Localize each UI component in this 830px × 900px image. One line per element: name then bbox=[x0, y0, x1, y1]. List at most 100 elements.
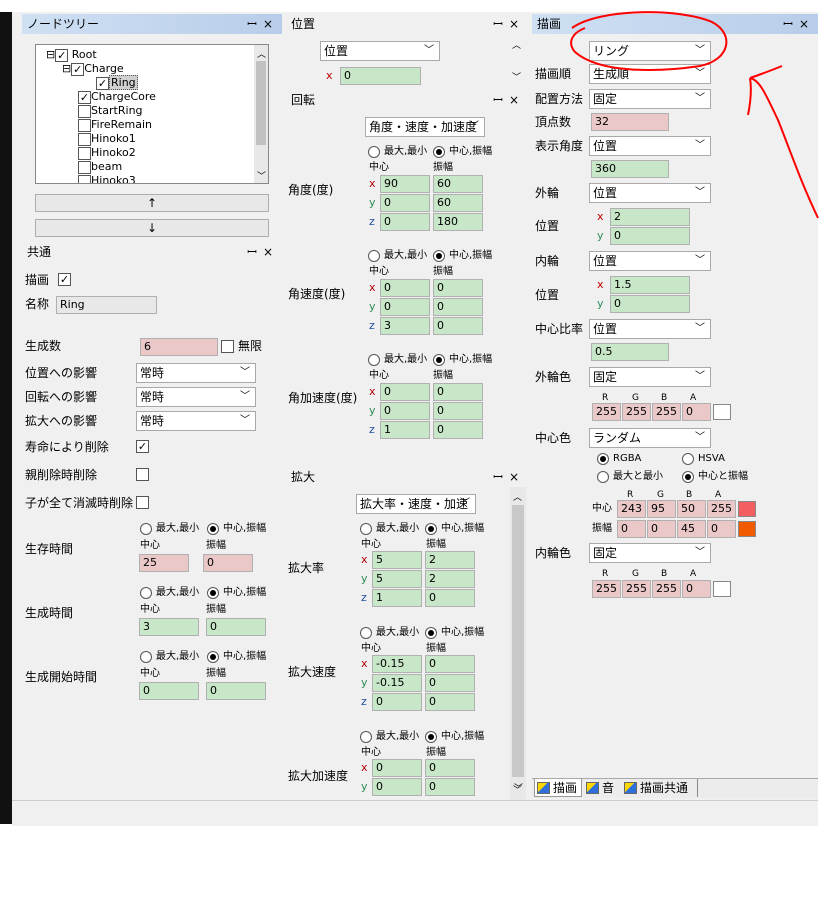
scale-effect-select[interactable]: 常時 ﹀ bbox=[136, 411, 256, 431]
outer-a-field[interactable]: 0 bbox=[682, 403, 711, 421]
hsva-radio[interactable] bbox=[682, 453, 694, 465]
infinite-checkbox[interactable] bbox=[221, 340, 234, 353]
color-centeramp-radio[interactable] bbox=[682, 471, 694, 483]
checkbox-icon[interactable]: ✓ bbox=[71, 62, 85, 76]
outer-y-field[interactable]: 0 bbox=[610, 227, 690, 245]
inner-r-field[interactable]: 255 bbox=[592, 580, 621, 598]
pos-effect-select[interactable]: 常時 ﹀ bbox=[136, 363, 256, 383]
gen-count-field[interactable]: 6 bbox=[140, 338, 218, 356]
rate-y-amp[interactable]: 2 bbox=[425, 570, 475, 588]
outer-b-field[interactable]: 255 bbox=[652, 403, 681, 421]
outer-x-field[interactable]: 2 bbox=[610, 208, 690, 226]
rate-minmax-radio[interactable] bbox=[360, 523, 372, 535]
sacc-y-center[interactable]: 0 bbox=[372, 778, 422, 796]
angle-y-amp[interactable]: 60 bbox=[433, 194, 483, 212]
checkbox-icon[interactable] bbox=[78, 146, 91, 160]
amp-g-field[interactable]: 0 bbox=[647, 520, 676, 538]
scroll-up-icon[interactable]: ︿ bbox=[513, 490, 522, 503]
inner-g-field[interactable]: 255 bbox=[622, 580, 651, 598]
amp-b-field[interactable]: 45 bbox=[677, 520, 706, 538]
start-amp-field[interactable]: 0 bbox=[206, 682, 266, 700]
spd-z-center[interactable]: 0 bbox=[372, 693, 422, 711]
rate-centeramp-radio[interactable] bbox=[425, 523, 437, 535]
rate-x-amp[interactable]: 2 bbox=[425, 551, 475, 569]
tree-scrollbar[interactable]: ︿ ﹀ bbox=[254, 45, 268, 183]
tree-node-fireremain[interactable]: FireRemain bbox=[78, 118, 152, 132]
tree-node-startring[interactable]: StartRing bbox=[78, 104, 143, 118]
life-center-field[interactable]: 25 bbox=[139, 554, 189, 572]
acc-centeramp-radio[interactable] bbox=[433, 354, 445, 366]
start-centeramp-radio[interactable] bbox=[207, 651, 219, 663]
inner-color-select[interactable]: 固定 ﹀ bbox=[589, 543, 711, 563]
sacc-x-center[interactable]: 0 bbox=[372, 759, 422, 777]
center-ratio-select[interactable]: 位置 ﹀ bbox=[589, 319, 711, 339]
expander-icon[interactable]: ⊟ bbox=[62, 62, 71, 75]
acc-z-center[interactable]: 1 bbox=[380, 421, 430, 439]
vertex-field[interactable]: 32 bbox=[591, 113, 669, 131]
tree-node-charge[interactable]: ⊟ ✓ Charge bbox=[62, 62, 124, 76]
scale-mode-select[interactable]: 拡大率・速度・加速 ﹀ bbox=[356, 494, 476, 514]
tree-node-hinoko3[interactable]: Hinoko3 bbox=[78, 174, 136, 183]
rate-y-center[interactable]: 5 bbox=[372, 570, 422, 588]
inner-mode-select[interactable]: 位置 ﹀ bbox=[589, 251, 711, 271]
vel-z-amp[interactable]: 0 bbox=[433, 317, 483, 335]
move-up-button[interactable]: ↑ bbox=[35, 194, 269, 212]
expander-icon[interactable]: ⊟ bbox=[46, 48, 55, 61]
rotation-mode-select[interactable]: 角度・速度・加速度 ﹀ bbox=[365, 117, 485, 137]
center-a-field[interactable]: 255 bbox=[707, 500, 736, 518]
node-tree-view[interactable]: ⊟ ✓ Root ⊟ ✓ Charge ✓ Ring ✓ ChargeCore Start… bbox=[35, 44, 269, 184]
center-g-field[interactable]: 95 bbox=[647, 500, 676, 518]
center-r-field[interactable]: 243 bbox=[617, 500, 646, 518]
spd-y-center[interactable]: -0.15 bbox=[372, 674, 422, 692]
vel-x-center[interactable]: 0 bbox=[380, 279, 430, 297]
start-minmax-radio[interactable] bbox=[140, 651, 152, 663]
rgba-radio[interactable] bbox=[597, 453, 609, 465]
spd-z-amp[interactable]: 0 bbox=[425, 693, 475, 711]
tab-sound[interactable]: 音 bbox=[584, 779, 620, 797]
position-scroll-down-icon[interactable]: ﹀ bbox=[512, 70, 521, 83]
angle-x-center[interactable]: 90 bbox=[380, 175, 430, 193]
outer-color-select[interactable]: 固定 ﹀ bbox=[589, 367, 711, 387]
amp-color-swatch[interactable] bbox=[738, 521, 756, 537]
life-minmax-radio[interactable] bbox=[140, 523, 152, 535]
angle-x-amp[interactable]: 60 bbox=[433, 175, 483, 193]
placement-select[interactable]: 固定 ﹀ bbox=[589, 89, 711, 109]
draw-order-select[interactable]: 生成順 ﹀ bbox=[589, 64, 711, 84]
checkbox-icon[interactable] bbox=[78, 174, 91, 183]
checkbox-icon[interactable] bbox=[78, 118, 91, 132]
scroll-thumb[interactable] bbox=[256, 61, 266, 145]
scroll-up-icon[interactable]: ︿ bbox=[257, 47, 266, 60]
vel-z-center[interactable]: 3 bbox=[380, 317, 430, 335]
position-scroll-up-icon[interactable]: ︿ bbox=[512, 38, 521, 51]
amp-r-field[interactable]: 0 bbox=[617, 520, 646, 538]
sacc-centeramp-radio[interactable] bbox=[425, 731, 437, 743]
node-tree-pin-close-icon[interactable]: ꟷ× bbox=[247, 14, 279, 34]
tree-node-beam[interactable]: beam bbox=[78, 160, 122, 174]
rate-x-center[interactable]: 5 bbox=[372, 551, 422, 569]
children-delete-checkbox[interactable] bbox=[136, 496, 149, 509]
checkbox-icon[interactable]: ✓ bbox=[96, 76, 109, 90]
view-angle-field[interactable]: 360 bbox=[591, 160, 669, 178]
gen-centeramp-radio[interactable] bbox=[207, 587, 219, 599]
scroll-thumb[interactable] bbox=[512, 505, 524, 777]
common-pin-close-icon[interactable]: ꟷ× bbox=[247, 242, 279, 262]
draw-scroll-down-icon[interactable]: ﹀ bbox=[514, 781, 523, 794]
scale-scrollbar[interactable]: ︿ ﹀ bbox=[510, 487, 526, 800]
outer-mode-select[interactable]: 位置 ﹀ bbox=[589, 183, 711, 203]
rate-z-amp[interactable]: 0 bbox=[425, 589, 475, 607]
draw-checkbox[interactable]: ✓ bbox=[58, 273, 71, 286]
spd-minmax-radio[interactable] bbox=[360, 627, 372, 639]
scale-pin-close-icon[interactable]: ꟷ× bbox=[493, 467, 525, 487]
vel-minmax-radio[interactable] bbox=[368, 250, 380, 262]
acc-minmax-radio[interactable] bbox=[368, 354, 380, 366]
life-delete-checkbox[interactable]: ✓ bbox=[136, 440, 149, 453]
vel-y-amp[interactable]: 0 bbox=[433, 298, 483, 316]
tree-node-root[interactable]: ⊟ ✓ Root bbox=[46, 48, 97, 62]
position-pin-close-icon[interactable]: ꟷ× bbox=[493, 14, 525, 34]
start-center-field[interactable]: 0 bbox=[139, 682, 199, 700]
checkbox-icon[interactable] bbox=[78, 104, 91, 118]
angle-z-center[interactable]: 0 bbox=[380, 213, 430, 231]
angle-y-center[interactable]: 0 bbox=[380, 194, 430, 212]
rate-z-center[interactable]: 1 bbox=[372, 589, 422, 607]
move-down-button[interactable]: ↓ bbox=[35, 219, 269, 237]
